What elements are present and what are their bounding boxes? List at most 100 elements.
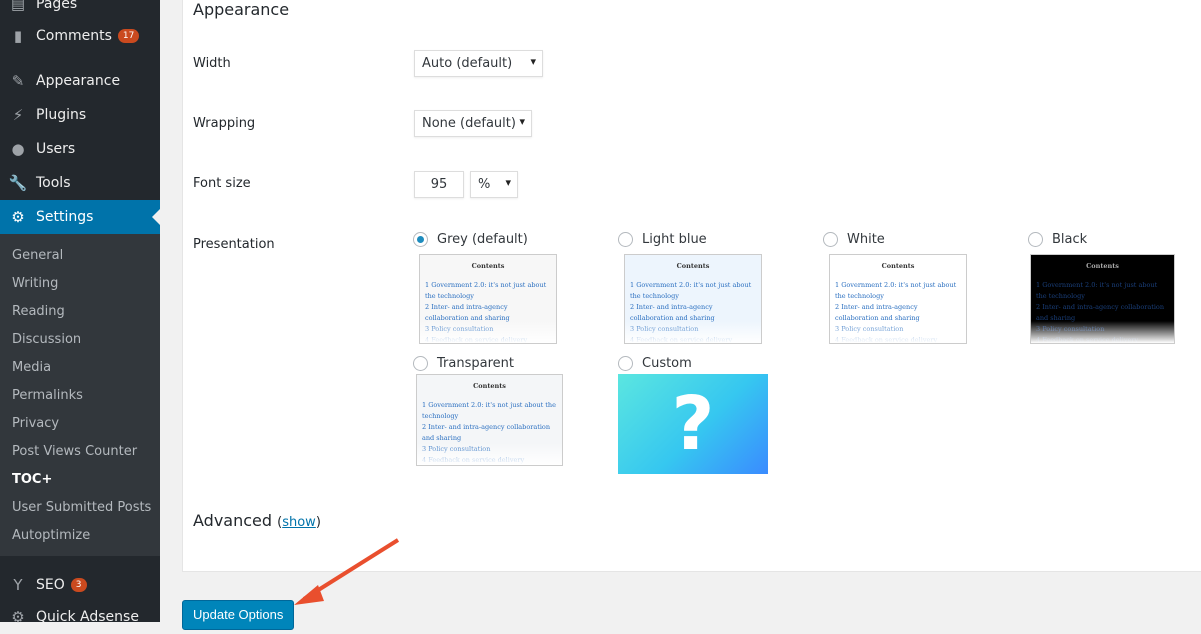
submenu-item[interactable]: Reading [12, 304, 65, 319]
option-label: Custom [642, 356, 692, 371]
submenu-item[interactable]: User Submitted Posts [12, 500, 151, 515]
submenu-item[interactable]: Discussion [12, 332, 81, 347]
menu-item-settings[interactable]: ⚙ Settings [0, 200, 160, 234]
radio-button[interactable] [1028, 232, 1043, 247]
submenu-item[interactable]: Media [12, 360, 51, 375]
toc-preview[interactable]: Contents 1 Government 2.0: it's not just … [419, 254, 557, 344]
width-select[interactable]: Auto (default) [414, 50, 543, 77]
radio-button[interactable] [618, 232, 633, 247]
preview-title: Contents [471, 262, 505, 270]
menu-item-comments[interactable]: ▮ Comments 17 [0, 19, 160, 53]
submenu-item[interactable]: TOC+ [12, 472, 52, 487]
preview-line: 3 Policy consultation [422, 445, 491, 453]
presentation-option[interactable]: White [823, 232, 885, 247]
preview-title: Contents [1086, 262, 1119, 270]
preview-line: 2 Inter- and intra-agency collaboration … [1036, 303, 1165, 322]
menu-label: Plugins [36, 107, 87, 123]
font-size-label: Font size [193, 176, 251, 191]
radio-button[interactable] [618, 356, 633, 371]
option-label: Light blue [642, 232, 707, 247]
menu-label: Quick Adsense [36, 609, 139, 625]
preview-line: 3 Policy consultation [425, 325, 494, 333]
font-size-input[interactable]: 95 [414, 171, 464, 198]
menu-item-seo[interactable]: Y SEO 3 [0, 568, 160, 602]
menu-item-tools[interactable]: 🔧 Tools [0, 166, 160, 200]
width-label: Width [193, 56, 231, 71]
wrench-icon: 🔧 [8, 174, 28, 192]
comments-icon: ▮ [13, 27, 23, 45]
preview-line: 4 Feedback on service delivery [835, 336, 938, 344]
radio-button[interactable] [823, 232, 838, 247]
count-badge: 17 [117, 29, 140, 43]
preview-line: 1 Government 2.0: it's not just about th… [630, 281, 752, 300]
menu-label: Comments [36, 28, 112, 44]
preview-line: 2 Inter- and intra-agency collaboration … [835, 303, 920, 322]
preview-line: 3 Policy consultation [835, 325, 904, 333]
presentation-option[interactable]: Black [1028, 232, 1087, 247]
preview-line: 3 Policy consultation [630, 325, 699, 333]
preview-line: 4 Feedback on service delivery [425, 336, 528, 344]
update-options-button[interactable]: Update Options [182, 600, 295, 630]
brush-icon: ✎ [11, 72, 25, 90]
option-label: Black [1052, 232, 1088, 247]
submenu-item[interactable]: Privacy [12, 416, 59, 431]
submenu-item[interactable]: Autoptimize [12, 528, 90, 543]
menu-item-plugins[interactable]: ⚡ Plugins [0, 98, 160, 132]
preview-line: 2 Inter- and intra-agency collaboration … [422, 423, 551, 442]
toc-preview[interactable]: Contents 1 Government 2.0: it's not just … [624, 254, 762, 344]
preview-line: 2 Inter- and intra-agency collaboration … [630, 303, 715, 322]
option-label: Grey (default) [437, 232, 528, 247]
preview-line: 1 Government 2.0: it's not just about th… [835, 281, 957, 300]
font-unit-select[interactable]: % [470, 171, 518, 198]
menu-label: Users [36, 141, 76, 157]
toc-preview[interactable]: Contents 1 Government 2.0: it's not just … [416, 374, 563, 466]
presentation-option[interactable]: Light blue [618, 232, 707, 247]
preview-title: Contents [676, 262, 710, 270]
toc-preview[interactable]: Contents 1 Government 2.0: it's not just … [829, 254, 967, 344]
presentation-option[interactable]: Grey (default) [413, 232, 528, 247]
pages-icon: ▤ [10, 0, 26, 13]
preview-line: 4 Feedback on service delivery [630, 336, 733, 344]
toc-preview[interactable]: Contents 1 Government 2.0: it's not just … [1030, 254, 1175, 344]
submenu-item[interactable]: Post Views Counter [12, 444, 137, 459]
preview-line: 4 Feedback on service delivery [422, 456, 525, 464]
menu-label: Appearance [36, 73, 121, 89]
preview-title: Contents [881, 262, 915, 270]
settings-icon: ⚙ [11, 208, 25, 226]
preview-title: Contents [473, 382, 506, 390]
menu-label: Settings [36, 209, 94, 225]
count-badge: 3 [70, 578, 87, 592]
presentation-option[interactable]: Transparent [413, 356, 514, 371]
yoast-icon: Y [13, 576, 23, 594]
settings-submenu: General Writing Reading Discussion Media Perm… [0, 234, 160, 556]
submenu-item[interactable]: Permalinks [12, 388, 83, 403]
preview-line: 2 Inter- and intra-agency collaboration … [425, 303, 510, 322]
option-label: Transparent [437, 356, 514, 371]
preview-line: 1 Government 2.0: it's not just about th… [422, 401, 556, 420]
menu-label: SEO [36, 577, 65, 593]
plugin-icon: ⚡ [12, 106, 24, 124]
user-icon: ● [11, 140, 25, 158]
advanced-heading: Advanced (show) [193, 511, 321, 530]
wrapping-select[interactable]: None (default) [414, 110, 532, 137]
presentation-option[interactable]: Custom [618, 356, 692, 371]
preview-line: 3 Policy consultation [1036, 325, 1105, 333]
radio-button[interactable] [413, 232, 428, 247]
menu-label: Pages [36, 0, 78, 12]
preview-line: 4 Feedback on service delivery [1036, 336, 1139, 344]
annotation-arrow [294, 538, 400, 605]
menu-item-quick-adsense[interactable]: ⚙ Quick Adsense [0, 600, 160, 634]
current-menu-arrow [152, 209, 160, 225]
gear-icon: ⚙ [11, 608, 25, 626]
menu-item-users[interactable]: ● Users [0, 132, 160, 166]
preview-line: 1 Government 2.0: it's not just about th… [1036, 281, 1158, 300]
submenu-item[interactable]: General [12, 248, 63, 263]
menu-item-appearance[interactable]: ✎ Appearance [0, 64, 160, 98]
advanced-show-link[interactable]: show [282, 515, 316, 530]
custom-preview[interactable]: ? [618, 374, 768, 474]
menu-item-pages[interactable]: ▤ Pages [0, 0, 160, 21]
radio-button[interactable] [413, 356, 428, 371]
submenu-item[interactable]: Writing [12, 276, 58, 291]
option-label: White [847, 232, 885, 247]
wrapping-label: Wrapping [193, 116, 256, 131]
